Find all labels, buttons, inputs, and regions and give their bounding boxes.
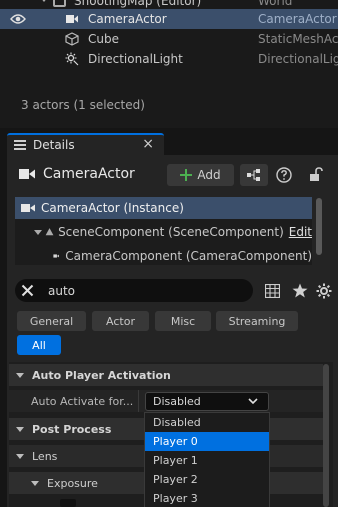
component-label: CameraComponent (CameraComponent) — [65, 249, 312, 263]
category-label: Post Process — [32, 422, 112, 436]
outliner-world-type: World — [258, 0, 293, 8]
property-scrollbar[interactable] — [323, 364, 329, 507]
search-field[interactable]: auto — [15, 279, 253, 302]
outliner-type: DirectionalLig — [258, 52, 338, 66]
checkbox[interactable] — [60, 499, 76, 507]
filter-streaming-button[interactable]: Streaming — [216, 311, 298, 331]
expand-arrow-icon[interactable] — [16, 453, 24, 459]
plus-icon — [180, 169, 193, 181]
outliner-type: StaticMeshAct — [258, 32, 338, 46]
camera-icon — [21, 204, 35, 212]
auto-activate-dropdown[interactable]: Disabled — [145, 392, 269, 411]
help-icon[interactable] — [276, 167, 292, 183]
add-component-button[interactable]: Add — [167, 164, 234, 186]
dropdown-option-disabled[interactable]: Disabled — [145, 413, 269, 432]
category-label: Lens — [32, 449, 58, 463]
outliner-name: CameraActor — [88, 12, 167, 26]
component-label: CameraActor (Instance) — [41, 201, 184, 215]
outliner-world-name: ShootingMap (Editor) — [74, 0, 202, 8]
dropdown-option-player-3[interactable]: Player 3 — [145, 489, 269, 507]
component-tree-scrollbar[interactable] — [316, 198, 322, 255]
settings-gear-icon[interactable] — [316, 283, 332, 299]
component-label: SceneComponent (SceneComponent) — [58, 225, 284, 239]
filter-all-button[interactable]: All — [17, 335, 61, 355]
camera-icon — [53, 254, 59, 258]
outliner-name: DirectionalLight — [88, 52, 183, 66]
scene-component-icon — [45, 228, 54, 236]
category-label: Auto Player Activation — [32, 368, 171, 382]
world-outliner: ShootingMap (Editor) World CameraActor C… — [0, 0, 338, 128]
filter-misc-button[interactable]: Misc — [155, 311, 211, 331]
outliner-row-cube[interactable]: Cube StaticMeshAct — [0, 29, 338, 49]
dropdown-option-player-2[interactable]: Player 2 — [145, 470, 269, 489]
component-row-scene[interactable]: SceneComponent (SceneComponent) Edit — [15, 221, 312, 243]
expand-arrow-icon[interactable] — [40, 0, 48, 2]
directional-light-icon — [65, 52, 79, 66]
blueprint-icon — [247, 169, 260, 181]
lock-icon[interactable] — [309, 167, 323, 182]
camera-icon — [66, 15, 78, 23]
expand-arrow-icon[interactable] — [34, 229, 42, 235]
close-icon[interactable]: × — [142, 136, 154, 152]
blueprint-button[interactable] — [240, 164, 268, 186]
clear-search-icon[interactable] — [21, 284, 34, 297]
outliner-name: Cube — [88, 32, 119, 46]
expand-arrow-icon[interactable] — [16, 426, 24, 432]
actor-name[interactable]: CameraActor — [43, 166, 135, 182]
search-input[interactable]: auto — [48, 284, 75, 298]
property-label: Auto Activate for... — [31, 394, 134, 408]
actor-count-status: 3 actors (1 selected) — [21, 98, 145, 112]
favorite-star-icon[interactable] — [292, 283, 308, 298]
eye-icon[interactable] — [10, 13, 26, 25]
expand-arrow-icon[interactable] — [16, 372, 24, 378]
outliner-type: CameraActor — [258, 12, 337, 26]
expand-arrow-icon[interactable] — [31, 480, 39, 486]
column-divider — [138, 390, 139, 412]
tab-details-label: Details — [33, 138, 75, 152]
tab-details[interactable]: Details × — [7, 133, 164, 155]
category-label: Exposure — [47, 476, 98, 490]
edit-component-link[interactable]: Edit — [289, 225, 312, 239]
cube-icon — [65, 32, 79, 46]
camera-icon — [19, 169, 35, 179]
add-button-label: Add — [197, 168, 221, 182]
outliner-row-cameraactor[interactable]: CameraActor CameraActor — [0, 9, 338, 29]
filter-general-button[interactable]: General — [17, 311, 86, 331]
component-row-camera[interactable]: CameraComponent (CameraComponent) — [15, 245, 312, 267]
component-row-instance[interactable]: CameraActor (Instance) — [15, 197, 312, 219]
dropdown-option-player-0[interactable]: Player 0 — [145, 432, 269, 451]
dropdown-option-player-1[interactable]: Player 1 — [145, 451, 269, 470]
chevron-down-icon — [248, 398, 258, 405]
details-icon — [14, 140, 26, 150]
outliner-row-directionallight[interactable]: DirectionalLight DirectionalLig — [0, 49, 338, 69]
category-auto-player-activation[interactable]: Auto Player Activation — [9, 364, 323, 386]
map-icon — [53, 0, 66, 7]
dropdown-selected-value: Disabled — [153, 395, 201, 408]
table-view-icon[interactable] — [265, 284, 280, 298]
filter-actor-button[interactable]: Actor — [92, 311, 149, 331]
